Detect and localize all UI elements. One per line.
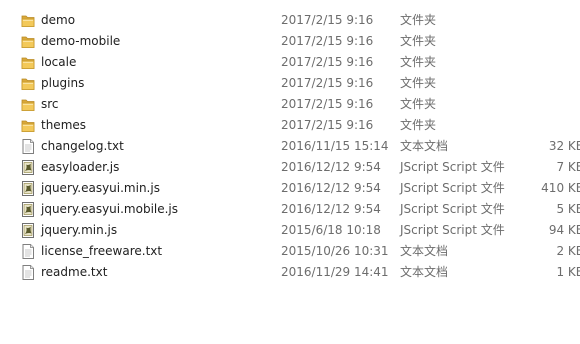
file-name: easyloader.js [41,160,120,174]
file-name: demo-mobile [41,34,121,48]
file-type: JScript Script 文件 [400,202,505,216]
file-type: 文本文档 [400,139,449,153]
file-modified-date: 2017/2/15 9:16 [281,13,374,27]
file-row[interactable]: readme.txt 2016/11/29 14:41 文本文档 1 KB [0,262,580,283]
file-type: 文件夹 [400,118,437,132]
file-modified-date: 2016/11/15 15:14 [281,139,389,153]
file-name: jquery.easyui.mobile.js [41,202,179,216]
file-row[interactable]: license_freeware.txt 2015/10/26 10:31 文本文档… [0,241,580,262]
file-modified-date: 2015/6/18 10:18 [281,223,381,237]
folder-icon [21,15,35,27]
folder-icon [21,99,35,111]
file-modified-date: 2017/2/15 9:16 [281,97,374,111]
file-type: JScript Script 文件 [400,223,505,237]
script-file-icon [22,160,34,175]
file-modified-date: 2016/12/12 9:54 [281,160,381,174]
file-size: 5 KB [556,202,580,216]
file-type: 文件夹 [400,55,437,69]
file-modified-date: 2015/10/26 10:31 [281,244,389,258]
folder-icon [21,78,35,90]
file-modified-date: 2016/12/12 9:54 [281,181,381,195]
file-name: themes [41,118,87,132]
file-modified-date: 2017/2/15 9:16 [281,118,374,132]
file-size: 1 KB [556,265,580,279]
file-list: demo 2017/2/15 9:16 文件夹 demo-mobile 2017/2/1… [0,0,580,344]
file-name: src [41,97,59,111]
file-type: 文件夹 [400,76,437,90]
file-name: jquery.easyui.min.js [41,181,160,195]
text-file-icon [22,265,34,280]
folder-icon [21,120,35,132]
file-size: 410 KB [541,181,580,195]
file-type: JScript Script 文件 [400,181,505,195]
file-name: jquery.min.js [41,223,118,237]
file-modified-date: 2016/11/29 14:41 [281,265,389,279]
file-rows: demo 2017/2/15 9:16 文件夹 demo-mobile 2017/2/1… [0,10,580,283]
file-modified-date: 2016/12/12 9:54 [281,202,381,216]
folder-icon [21,36,35,48]
file-type: 文件夹 [400,34,437,48]
file-name: demo [41,13,76,27]
file-modified-date: 2017/2/15 9:16 [281,76,374,90]
script-file-icon [22,223,34,238]
file-type: 文本文档 [400,244,449,258]
file-type: 文本文档 [400,265,449,279]
file-modified-date: 2017/2/15 9:16 [281,34,374,48]
file-row[interactable]: plugins 2017/2/15 9:16 文件夹 [0,73,580,94]
file-name: changelog.txt [41,139,124,153]
file-name: locale [41,55,77,69]
script-file-icon [22,181,34,196]
script-file-icon [22,202,34,217]
file-row[interactable]: jquery.easyui.mobile.js 2016/12/12 9:54 JS… [0,199,580,220]
file-size: 7 KB [556,160,580,174]
file-size: 94 KB [548,223,580,237]
text-file-icon [22,139,34,154]
file-name: license_freeware.txt [41,244,163,258]
file-type: 文件夹 [400,97,437,111]
file-row[interactable]: themes 2017/2/15 9:16 文件夹 [0,115,580,136]
file-size: 2 KB [556,244,580,258]
file-row[interactable]: easyloader.js 2016/12/12 9:54 JScript Scri… [0,157,580,178]
file-name: plugins [41,76,85,90]
file-name: readme.txt [41,265,108,279]
file-row[interactable]: changelog.txt 2016/11/15 15:14 文本文档 32 KB [0,136,580,157]
file-modified-date: 2017/2/15 9:16 [281,55,374,69]
file-type: JScript Script 文件 [400,160,505,174]
file-row[interactable]: demo 2017/2/15 9:16 文件夹 [0,10,580,31]
text-file-icon [22,244,34,259]
file-row[interactable]: demo-mobile 2017/2/15 9:16 文件夹 [0,31,580,52]
file-type: 文件夹 [400,13,437,27]
file-row[interactable]: jquery.easyui.min.js 2016/12/12 9:54 JScri… [0,178,580,199]
file-size: 32 KB [548,139,580,153]
file-row[interactable]: jquery.min.js 2015/6/18 10:18 JScript Scri… [0,220,580,241]
file-row[interactable]: src 2017/2/15 9:16 文件夹 [0,94,580,115]
folder-icon [21,57,35,69]
file-row[interactable]: locale 2017/2/15 9:16 文件夹 [0,52,580,73]
